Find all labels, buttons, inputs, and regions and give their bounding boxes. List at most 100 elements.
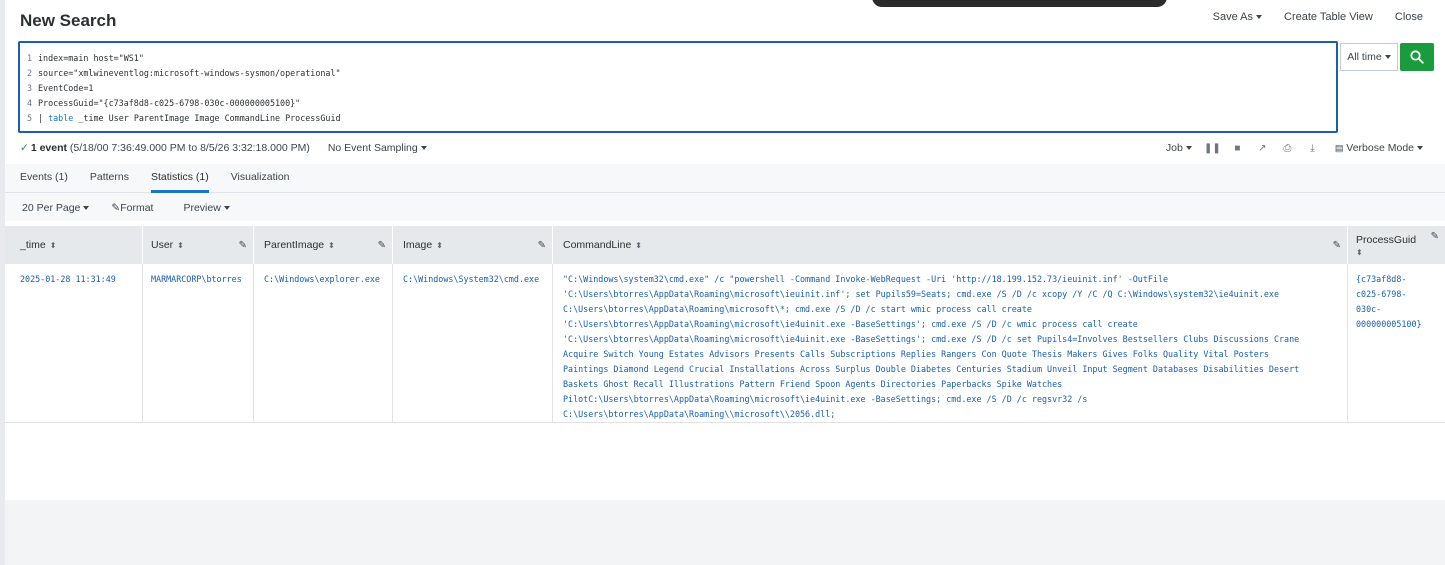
column-label: Image <box>403 239 433 251</box>
stop-icon[interactable]: ■ <box>1225 143 1250 154</box>
column-header-parentimage[interactable]: ParentImage ⬍ ✎ <box>254 226 393 264</box>
tab-visualization[interactable]: Visualization <box>231 171 290 193</box>
time-range-label: All time <box>1347 51 1382 63</box>
sort-icon[interactable]: ⬍ <box>328 241 335 250</box>
commandline-text-line: C:\Users\btorres\AppData\Roaming\microso… <box>563 304 1032 314</box>
check-icon: ✓ <box>20 142 29 154</box>
sort-icon[interactable]: ⬍ <box>1356 248 1363 257</box>
job-menu-label: Job <box>1165 142 1183 154</box>
cell-user[interactable]: MARMARCORP\btorres <box>143 264 254 423</box>
table-command-keyword: table <box>48 112 74 123</box>
share-icon[interactable]: ↗ <box>1250 143 1275 154</box>
job-controls: Job ❚❚ ■ ↗ ⎙ ⤓ ▤ Verbose Mode <box>1166 142 1423 154</box>
pencil-icon: ✎ <box>111 202 121 214</box>
column-header-image[interactable]: Image ⬍ ✎ <box>393 226 553 264</box>
commandline-text-line: PilotC:\Users\btorres\AppData\Roaming\mi… <box>563 394 1088 404</box>
event-sampling-dropdown[interactable]: No Event Sampling <box>328 142 427 154</box>
save-as-button[interactable]: Save As <box>1213 11 1262 23</box>
edit-column-icon[interactable]: ✎ <box>1431 231 1439 242</box>
commandline-text-line: Acquire Switch Young Estates Advisors Pr… <box>563 349 1269 359</box>
overlay-bar <box>872 0 1167 7</box>
commandline-text-line: 'C:\Users\btorres\AppData\Roaming\micros… <box>563 319 1138 329</box>
line-number: 4 <box>26 97 32 108</box>
edit-column-icon[interactable]: ✎ <box>239 240 247 251</box>
commandline-text-line: "C:\Windows\system32\cmd.exe" /c "powers… <box>563 274 1169 284</box>
pipe-symbol: | <box>38 112 49 123</box>
query-line-text: EventCode=1 <box>38 82 94 93</box>
search-status: ✓ 1 event (5/18/00 7:36:49.000 PM to 8/5… <box>20 142 427 154</box>
commandline-text-line: 'C:\Users\btorres\AppData\Roaming\micros… <box>563 289 1279 299</box>
per-page-label: 20 Per Page <box>22 202 81 214</box>
processguid-text-line: 030c- <box>1356 304 1382 314</box>
caret-down-icon <box>1256 15 1262 20</box>
per-page-dropdown[interactable]: 20 Per Page <box>22 202 90 214</box>
job-menu[interactable]: Job <box>1166 142 1192 154</box>
empty-results-area <box>5 500 1445 565</box>
column-header-processguid[interactable]: ProcessGuid ⬍ ✎ <box>1348 226 1445 264</box>
create-table-view-button[interactable]: Create Table View <box>1284 11 1373 23</box>
column-label: CommandLine <box>563 239 632 251</box>
cell-commandline[interactable]: "C:\Windows\system32\cmd.exe" /c "powers… <box>553 264 1348 423</box>
event-time-range: (5/18/00 7:36:49.000 PM to 8/5/26 3:32:1… <box>69 142 310 154</box>
search-mode-dropdown[interactable]: ▤ Verbose Mode <box>1335 142 1423 154</box>
edit-column-icon[interactable]: ✎ <box>378 240 386 251</box>
search-mode-label: Verbose Mode <box>1346 142 1414 154</box>
query-line: 2 source="xmlwineventlog:microsoft-windo… <box>20 65 341 80</box>
query-line-text: index=main host="WS1" <box>38 52 144 63</box>
caret-down-icon <box>420 146 427 151</box>
search-icon <box>1410 50 1424 64</box>
cell-time[interactable]: 2025-01-28 11:31:49 <box>5 264 143 423</box>
close-button[interactable]: Close <box>1395 11 1423 23</box>
results-toolbar: 20 Per Page ✎Format Preview <box>22 202 230 214</box>
commandline-text-line: Baskets Ghost Recall Illustrations Patte… <box>563 379 1063 389</box>
top-actions: Save As Create Table View Close <box>1213 11 1423 23</box>
column-label: ParentImage <box>264 239 325 251</box>
caret-down-icon <box>83 206 90 211</box>
cell-processguid[interactable]: {c73af8d8- c025-6798- 030c- 000000005100… <box>1348 264 1445 423</box>
table-fields: _time User ParentImage Image CommandLine… <box>73 112 341 123</box>
search-button[interactable] <box>1400 43 1434 71</box>
query-line: 3 EventCode=1 <box>20 80 94 95</box>
preview-dropdown[interactable]: Preview <box>183 202 230 214</box>
commandline-text-line: 'C:\Users\btorres\AppData\Roaming\micros… <box>563 334 1300 344</box>
save-as-label: Save As <box>1212 11 1253 23</box>
commandline-text-line: C:\Users\btorres\AppData\Roaming\\micros… <box>563 409 836 419</box>
event-sampling-label: No Event Sampling <box>327 142 418 154</box>
table-header: _time ⬍ User ⬍ ✎ ParentImage ⬍ ✎ Image ⬍ ✎ C… <box>5 226 1445 264</box>
format-button[interactable]: ✎Format <box>111 202 153 214</box>
page-title: New Search <box>20 11 117 30</box>
preview-label: Preview <box>183 202 221 214</box>
processguid-text-line: {c73af8d8- <box>1356 274 1407 284</box>
event-count: 1 event <box>30 142 67 154</box>
sort-icon[interactable]: ⬍ <box>50 241 57 250</box>
edit-column-icon[interactable]: ✎ <box>1333 240 1341 251</box>
mode-icon: ▤ <box>1334 143 1344 153</box>
column-label: _time <box>20 239 46 251</box>
query-line: 5 | table _time User ParentImage Image C… <box>20 110 341 125</box>
time-range-picker[interactable]: All time <box>1340 43 1398 71</box>
column-header-time[interactable]: _time ⬍ <box>5 226 143 264</box>
export-icon[interactable]: ⤓ <box>1300 143 1325 154</box>
column-header-commandline[interactable]: CommandLine ⬍ ✎ <box>553 226 1348 264</box>
tab-events[interactable]: Events (1) <box>20 171 68 193</box>
line-number: 3 <box>26 82 32 93</box>
sort-icon[interactable]: ⬍ <box>436 241 443 250</box>
print-icon[interactable]: ⎙ <box>1275 143 1300 154</box>
query-line-text: ProcessGuid="{c73af8d8-c025-6798-030c-00… <box>38 97 301 108</box>
search-query-editor[interactable]: 1 index=main host="WS1" 2 source="xmlwin… <box>18 41 1338 133</box>
line-number: 1 <box>26 52 32 63</box>
cell-image[interactable]: C:\Windows\System32\cmd.exe <box>393 264 553 423</box>
sort-icon[interactable]: ⬍ <box>177 241 184 250</box>
caret-down-icon <box>1384 55 1391 59</box>
tab-statistics[interactable]: Statistics (1) <box>150 171 209 193</box>
line-number: 2 <box>26 67 32 78</box>
cell-parentimage[interactable]: C:\Windows\explorer.exe <box>254 264 393 423</box>
pause-icon[interactable]: ❚❚ <box>1200 143 1225 154</box>
caret-down-icon <box>1417 146 1423 151</box>
query-line: 4 ProcessGuid="{c73af8d8-c025-6798-030c-… <box>20 95 300 110</box>
column-header-user[interactable]: User ⬍ ✎ <box>143 226 254 264</box>
query-line-text: source="xmlwineventlog:microsoft-windows… <box>38 67 341 78</box>
edit-column-icon[interactable]: ✎ <box>538 240 546 251</box>
sort-icon[interactable]: ⬍ <box>635 241 642 250</box>
tab-patterns[interactable]: Patterns <box>90 171 129 193</box>
